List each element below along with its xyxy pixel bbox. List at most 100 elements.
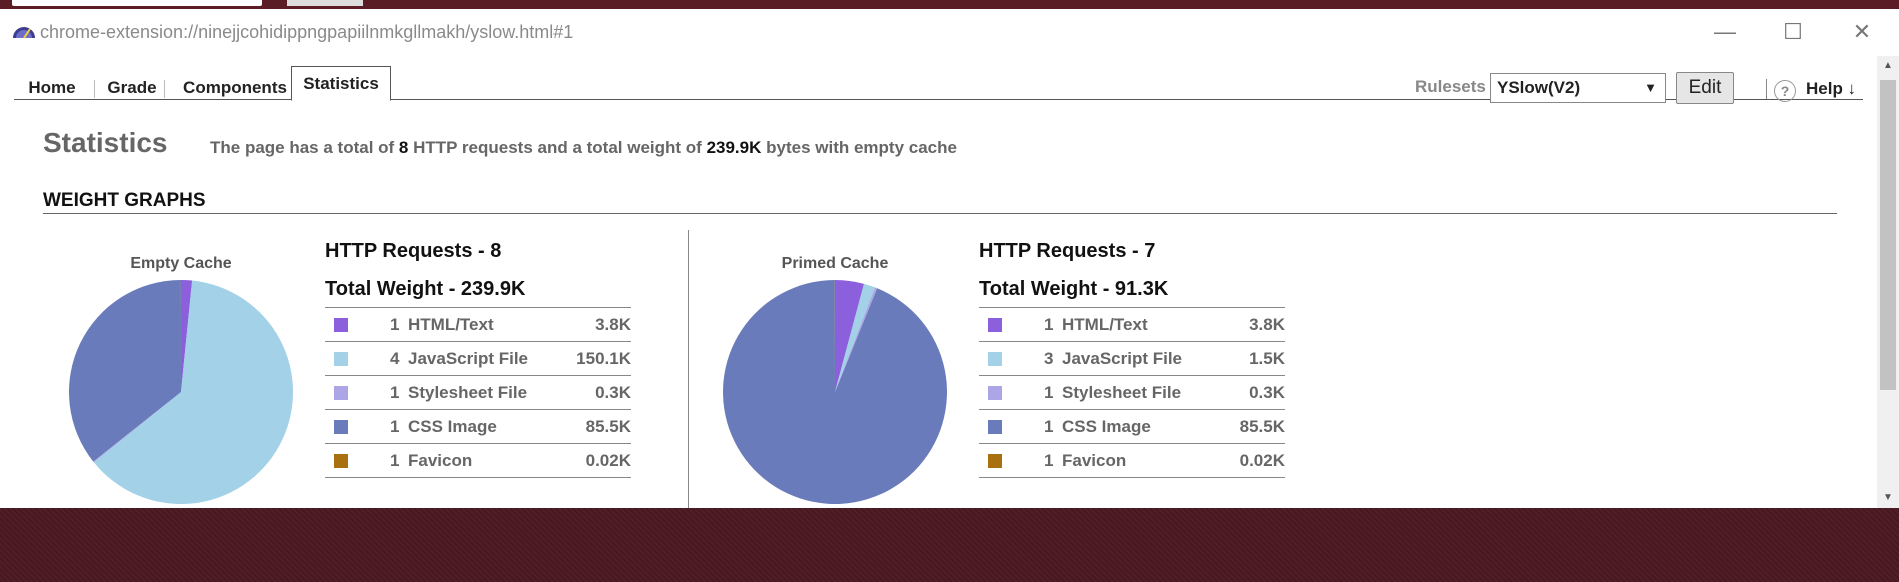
legend-size: 1.5K bbox=[1249, 349, 1285, 368]
legend-size: 85.5K bbox=[1239, 417, 1285, 436]
tab-statistics[interactable]: Statistics bbox=[291, 66, 391, 101]
legend-count: 1 bbox=[1044, 417, 1054, 436]
legend-type: Favicon bbox=[1062, 451, 1127, 470]
scroll-up-icon[interactable]: ▲ bbox=[1877, 56, 1899, 76]
legend-count: 1 bbox=[1044, 315, 1054, 334]
legend-type: JavaScript File bbox=[408, 349, 529, 368]
section-rule bbox=[43, 213, 1837, 214]
help-icon[interactable]: ? bbox=[1774, 80, 1796, 102]
summary-text: The page has a total of 8 HTTP requests … bbox=[210, 138, 957, 158]
empty-cache-pie-chart bbox=[68, 280, 293, 504]
legend-row: 1 Stylesheet File 0.3K bbox=[325, 376, 631, 410]
legend-type: CSS Image bbox=[408, 417, 497, 436]
toolbar-divider bbox=[1766, 79, 1767, 99]
primed-cache-panel: Primed Cache HTTP Requests - 7 Total Wei… bbox=[697, 230, 1337, 508]
html-swatch bbox=[988, 318, 1002, 332]
legend-size: 0.3K bbox=[595, 383, 631, 402]
stylesheet-swatch bbox=[988, 386, 1002, 400]
rulesets-label: Rulesets bbox=[1415, 77, 1486, 96]
tab-separator bbox=[94, 80, 95, 98]
window-url: chrome-extension://ninejjcohidippngpapii… bbox=[40, 22, 574, 42]
background-address-field bbox=[12, 0, 262, 6]
legend-row: 1 CSS Image 85.5K bbox=[979, 410, 1285, 444]
css-image-swatch bbox=[988, 420, 1002, 434]
legend-type: CSS Image bbox=[1062, 417, 1151, 436]
javascript-swatch bbox=[988, 352, 1002, 366]
primed-cache-pie-chart bbox=[723, 280, 947, 504]
legend-size: 3.8K bbox=[595, 315, 631, 334]
section-title: WEIGHT GRAPHS bbox=[43, 190, 206, 211]
empty-cache-weight-title: Total Weight - 239.9K bbox=[325, 278, 526, 300]
legend-row: 1 Stylesheet File 0.3K bbox=[979, 376, 1285, 410]
primed-cache-weight-title: Total Weight - 91.3K bbox=[979, 278, 1169, 300]
legend-row: 1 Favicon 0.02K bbox=[325, 444, 631, 478]
scroll-down-icon[interactable]: ▼ bbox=[1877, 488, 1899, 508]
empty-cache-legend: 1 HTML/Text 3.8K 4 JavaScript File 150.1… bbox=[325, 307, 631, 478]
yslow-window: chrome-extension://ninejjcohidippngpapii… bbox=[0, 9, 1899, 508]
help-link[interactable]: Help ↓ bbox=[1806, 79, 1856, 99]
summary-request-count: 8 bbox=[398, 138, 409, 157]
close-icon[interactable]: ✕ bbox=[1847, 19, 1877, 45]
favicon-swatch bbox=[988, 454, 1002, 468]
summary-total-weight: 239.9K bbox=[706, 138, 762, 157]
legend-type: HTML/Text bbox=[1062, 315, 1148, 334]
vertical-scrollbar[interactable]: ▲ ▼ bbox=[1877, 56, 1899, 508]
legend-size: 150.1K bbox=[576, 349, 631, 368]
legend-count: 1 bbox=[1044, 383, 1054, 402]
legend-size: 0.02K bbox=[585, 451, 631, 470]
html-swatch bbox=[334, 318, 348, 332]
legend-size: 0.3K bbox=[1249, 383, 1285, 402]
yslow-logo-icon bbox=[13, 27, 35, 39]
empty-cache-panel: Empty Cache HTTP Requests - 8 Total Weig… bbox=[43, 230, 683, 508]
legend-count: 3 bbox=[1044, 349, 1054, 368]
legend-type: Stylesheet File bbox=[408, 383, 528, 402]
legend-size: 0.02K bbox=[1239, 451, 1285, 470]
legend-type: Stylesheet File bbox=[1062, 383, 1182, 402]
background-button bbox=[287, 0, 363, 6]
legend-row: 1 Favicon 0.02K bbox=[979, 444, 1285, 478]
javascript-swatch bbox=[334, 352, 348, 366]
legend-size: 3.8K bbox=[1249, 315, 1285, 334]
legend-size: 85.5K bbox=[585, 417, 631, 436]
dropdown-arrow-icon: ▼ bbox=[1644, 80, 1657, 95]
page-title: Statistics bbox=[43, 127, 168, 158]
legend-count: 1 bbox=[1044, 451, 1054, 470]
legend-count: 1 bbox=[390, 315, 400, 334]
primed-cache-pie-label: Primed Cache bbox=[781, 255, 889, 272]
favicon-swatch bbox=[334, 454, 348, 468]
minimize-icon[interactable]: — bbox=[1710, 19, 1740, 45]
tab-home[interactable]: Home bbox=[24, 76, 80, 100]
css-image-swatch bbox=[334, 420, 348, 434]
legend-type: Favicon bbox=[408, 451, 473, 470]
summary-prefix: The page has a total of bbox=[210, 138, 399, 157]
legend-row: 1 HTML/Text 3.8K bbox=[979, 308, 1285, 342]
legend-row: 1 HTML/Text 3.8K bbox=[325, 308, 631, 342]
edit-button[interactable]: Edit bbox=[1676, 72, 1734, 104]
background-strip bbox=[0, 0, 1899, 9]
legend-count: 1 bbox=[390, 417, 400, 436]
empty-cache-requests-title: HTTP Requests - 8 bbox=[325, 240, 502, 262]
summary-middle: HTTP requests and a total weight of bbox=[408, 138, 707, 157]
scrollbar-thumb[interactable] bbox=[1880, 80, 1896, 390]
legend-count: 1 bbox=[390, 451, 400, 470]
ruleset-selected-value: YSlow(V2) bbox=[1497, 78, 1581, 97]
ruleset-select[interactable]: YSlow(V2) ▼ bbox=[1490, 73, 1666, 103]
legend-count: 1 bbox=[390, 383, 400, 402]
primed-cache-legend: 1 HTML/Text 3.8K 3 JavaScript File 1.5K … bbox=[979, 307, 1285, 478]
title-bar: chrome-extension://ninejjcohidippngpapii… bbox=[0, 9, 1899, 56]
stylesheet-swatch bbox=[334, 386, 348, 400]
panel-divider bbox=[688, 230, 689, 508]
legend-row: 1 CSS Image 85.5K bbox=[325, 410, 631, 444]
primed-cache-requests-title: HTTP Requests - 7 bbox=[979, 240, 1156, 262]
legend-type: HTML/Text bbox=[408, 315, 494, 334]
legend-row: 4 JavaScript File 150.1K bbox=[325, 342, 631, 376]
legend-row: 3 JavaScript File 1.5K bbox=[979, 342, 1285, 376]
legend-count: 4 bbox=[390, 349, 400, 368]
legend-type: JavaScript File bbox=[1062, 349, 1183, 368]
tab-separator bbox=[164, 80, 165, 98]
tab-components[interactable]: Components bbox=[174, 76, 296, 100]
maximize-icon[interactable]: ☐ bbox=[1778, 19, 1808, 45]
summary-suffix: bytes with empty cache bbox=[761, 138, 957, 157]
tab-grade[interactable]: Grade bbox=[104, 76, 160, 100]
empty-cache-pie-label: Empty Cache bbox=[130, 255, 232, 272]
